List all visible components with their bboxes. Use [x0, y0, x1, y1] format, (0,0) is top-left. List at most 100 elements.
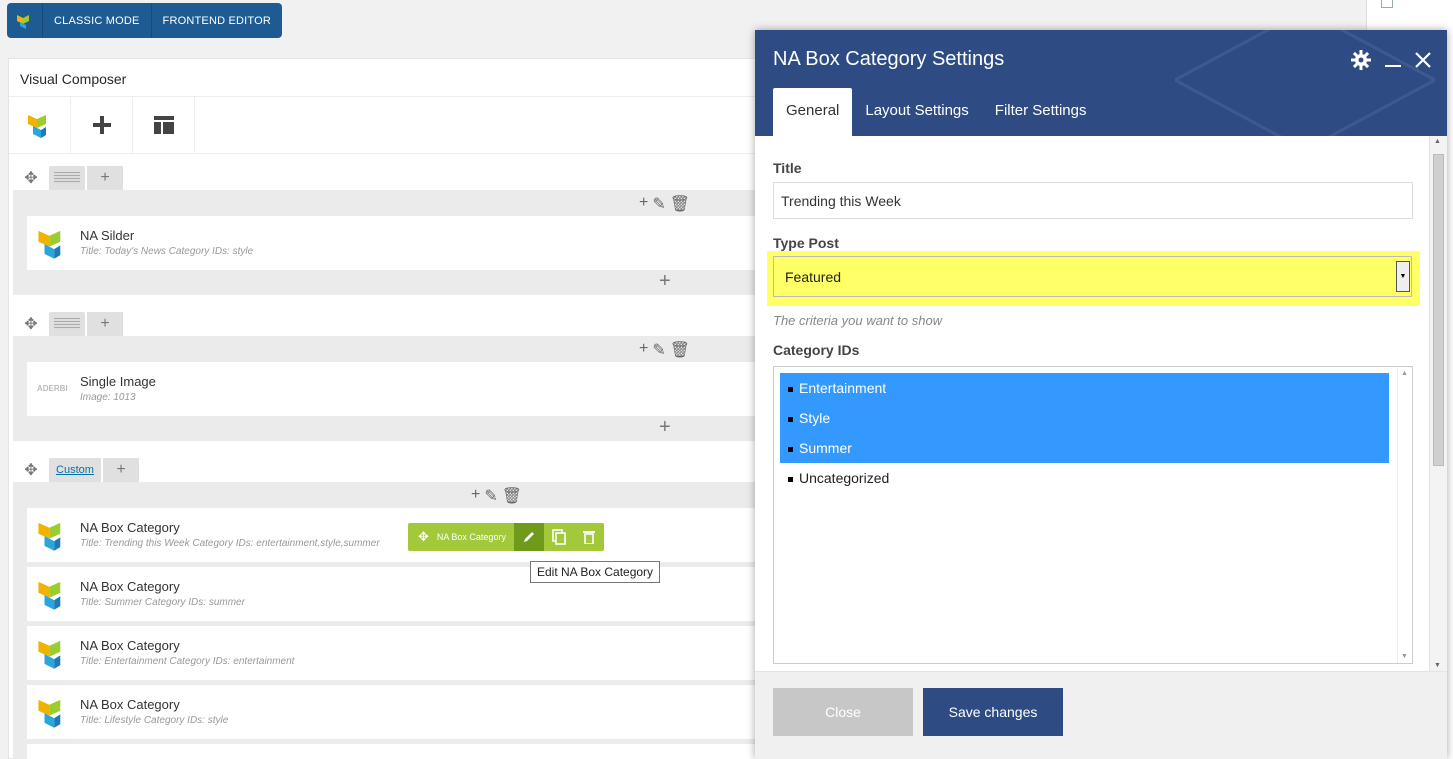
- multiselect-scrollbar[interactable]: ▲ ▼: [1397, 367, 1412, 663]
- gear-icon[interactable]: [1351, 50, 1371, 70]
- add-element-plus-icon[interactable]: +: [659, 270, 671, 293]
- pencil-icon[interactable]: ✎: [652, 194, 665, 214]
- trash-icon[interactable]: 🗑: [670, 194, 690, 214]
- modal-body: Title Type Post Featured ▼ The criteria …: [755, 136, 1447, 671]
- close-icon[interactable]: [1415, 52, 1431, 68]
- vc-logo-icon[interactable]: [7, 3, 43, 38]
- tab-general[interactable]: General: [773, 88, 853, 136]
- type-post-label: Type Post: [773, 235, 839, 251]
- delete-element-button[interactable]: [574, 523, 604, 551]
- vc-logo-icon: [37, 695, 73, 731]
- element-na-box-category[interactable]: NA Box Category Title: Summer Category I…: [27, 567, 773, 621]
- modal-header: NA Box Category Settings General Layout …: [755, 30, 1447, 136]
- category-option-entertainment[interactable]: Entertainment: [780, 373, 1389, 403]
- frontend-editor-button[interactable]: FRONTEND EDITOR: [152, 3, 283, 38]
- move-icon[interactable]: ✥: [13, 166, 49, 190]
- trash-icon[interactable]: 🗑: [502, 486, 522, 506]
- close-button[interactable]: Close: [773, 688, 913, 736]
- plus-icon[interactable]: +: [639, 340, 648, 360]
- minimize-icon[interactable]: [1385, 52, 1401, 68]
- modal-title: NA Box Category Settings: [773, 48, 1005, 70]
- element-title: NA Box Category: [80, 697, 180, 712]
- row-body: + ✎ 🗑 ADERBI Single Image Image: 1013 +: [13, 336, 773, 441]
- type-post-select[interactable]: Featured ▼: [773, 256, 1412, 297]
- element-hover-controls: ✥ NA Box Category: [408, 523, 604, 551]
- row-layout-custom-tab[interactable]: Custom: [49, 458, 101, 482]
- element-na-box-category[interactable]: NA Box Category Title: Lifestyle Categor…: [27, 685, 773, 739]
- column-controls: + ✎ 🗑: [639, 194, 690, 214]
- hover-element-label: NA Box Category: [436, 532, 506, 542]
- scroll-up-icon[interactable]: ▲: [1401, 370, 1408, 377]
- row-layout-button[interactable]: [49, 312, 85, 336]
- element-title: NA Box Category: [80, 520, 180, 535]
- plus-icon[interactable]: +: [639, 194, 648, 214]
- modal-header-icons: [1351, 50, 1431, 70]
- vc-logo-icon: [37, 636, 73, 672]
- settings-modal: NA Box Category Settings General Layout …: [755, 30, 1447, 759]
- edit-element-button[interactable]: [513, 523, 544, 551]
- move-icon[interactable]: ✥: [13, 458, 49, 482]
- element-na-box-category[interactable]: NA Box Category Title: Entertainment Cat…: [27, 626, 773, 680]
- element-title: NA Box Category: [80, 638, 180, 653]
- vc-logo-icon: [37, 577, 73, 613]
- checkbox[interactable]: [1381, 0, 1393, 8]
- category-ids-label: Category IDs: [773, 342, 860, 358]
- category-ids-multiselect[interactable]: Entertainment Style Summer Uncategorized…: [773, 366, 1413, 664]
- vc-logo-icon[interactable]: [9, 97, 71, 153]
- move-icon[interactable]: ✥: [13, 312, 49, 336]
- modal-tabs: General Layout Settings Filter Settings: [773, 88, 1099, 136]
- category-option-uncategorized[interactable]: Uncategorized: [780, 463, 1389, 493]
- add-column-button[interactable]: +: [103, 458, 139, 482]
- element-partial[interactable]: [27, 744, 773, 759]
- save-changes-button[interactable]: Save changes: [923, 688, 1063, 736]
- pencil-icon[interactable]: ✎: [652, 340, 665, 360]
- modal-body-scrollbar[interactable]: ▲ ▼: [1429, 136, 1447, 671]
- pencil-icon: [523, 532, 534, 542]
- add-element-button[interactable]: [71, 97, 133, 153]
- image-thumbnail: ADERBI: [37, 384, 68, 393]
- vc-logo-icon: [37, 226, 73, 262]
- type-post-value: Featured: [785, 268, 842, 285]
- element-na-box-category[interactable]: NA Box Category Title: Trending this Wee…: [27, 508, 773, 562]
- element-subtitle: Title: Summer Category IDs: summer: [80, 597, 245, 608]
- element-subtitle: Title: Lifestyle Category IDs: style: [80, 715, 229, 726]
- row-controls: ✥ +: [13, 166, 123, 190]
- element-na-silder[interactable]: NA Silder Title: Today's News Category I…: [27, 216, 773, 270]
- element-subtitle: Title: Trending this Week Category IDs: …: [80, 538, 380, 549]
- plus-icon[interactable]: +: [471, 486, 480, 506]
- scrollbar-thumb[interactable]: [1433, 154, 1444, 466]
- classic-mode-button[interactable]: CLASSIC MODE: [43, 3, 152, 38]
- vc-logo-icon: [37, 518, 73, 554]
- trash-icon[interactable]: 🗑: [670, 340, 690, 360]
- row-controls: ✥ +: [13, 312, 123, 336]
- vc-row: ✥ Custom + + ✎ 🗑 NA Box Category Title: …: [13, 458, 773, 759]
- vc-row: ✥ + + ✎ 🗑 ADERBI Single Image Image: 101…: [13, 312, 773, 444]
- category-option-summer[interactable]: Summer: [780, 433, 1389, 463]
- add-column-button[interactable]: +: [87, 312, 123, 336]
- pencil-icon[interactable]: ✎: [484, 486, 497, 506]
- tab-layout-settings[interactable]: Layout Settings: [852, 88, 981, 136]
- scroll-down-icon[interactable]: ▼: [1434, 662, 1441, 669]
- element-single-image[interactable]: ADERBI Single Image Image: 1013: [27, 362, 773, 416]
- scroll-up-icon[interactable]: ▲: [1434, 138, 1441, 145]
- tooltip: Edit NA Box Category: [530, 561, 661, 583]
- element-title: NA Silder: [80, 228, 135, 243]
- clone-element-button[interactable]: [544, 523, 574, 551]
- category-option-style[interactable]: Style: [780, 403, 1389, 433]
- title-input[interactable]: [773, 182, 1413, 219]
- move-handle[interactable]: ✥ NA Box Category: [408, 523, 514, 551]
- element-title: Single Image: [80, 374, 156, 389]
- templates-button[interactable]: [133, 97, 195, 153]
- tab-filter-settings[interactable]: Filter Settings: [982, 88, 1100, 136]
- vc-top-toolbar: CLASSIC MODE FRONTEND EDITOR: [7, 3, 283, 38]
- row-body: + ✎ 🗑 NA Silder Title: Today's News Cate…: [13, 190, 773, 295]
- element-subtitle: Image: 1013: [80, 392, 136, 403]
- trash-icon: [582, 531, 595, 544]
- column-controls: + ✎ 🗑: [471, 486, 522, 506]
- scroll-down-icon[interactable]: ▼: [1401, 653, 1408, 660]
- add-column-button[interactable]: +: [87, 166, 123, 190]
- add-element-plus-icon[interactable]: +: [659, 416, 671, 439]
- type-post-hint: The criteria you want to show: [773, 313, 943, 328]
- row-layout-button[interactable]: [49, 166, 85, 190]
- dropdown-arrow-icon[interactable]: ▼: [1396, 261, 1410, 292]
